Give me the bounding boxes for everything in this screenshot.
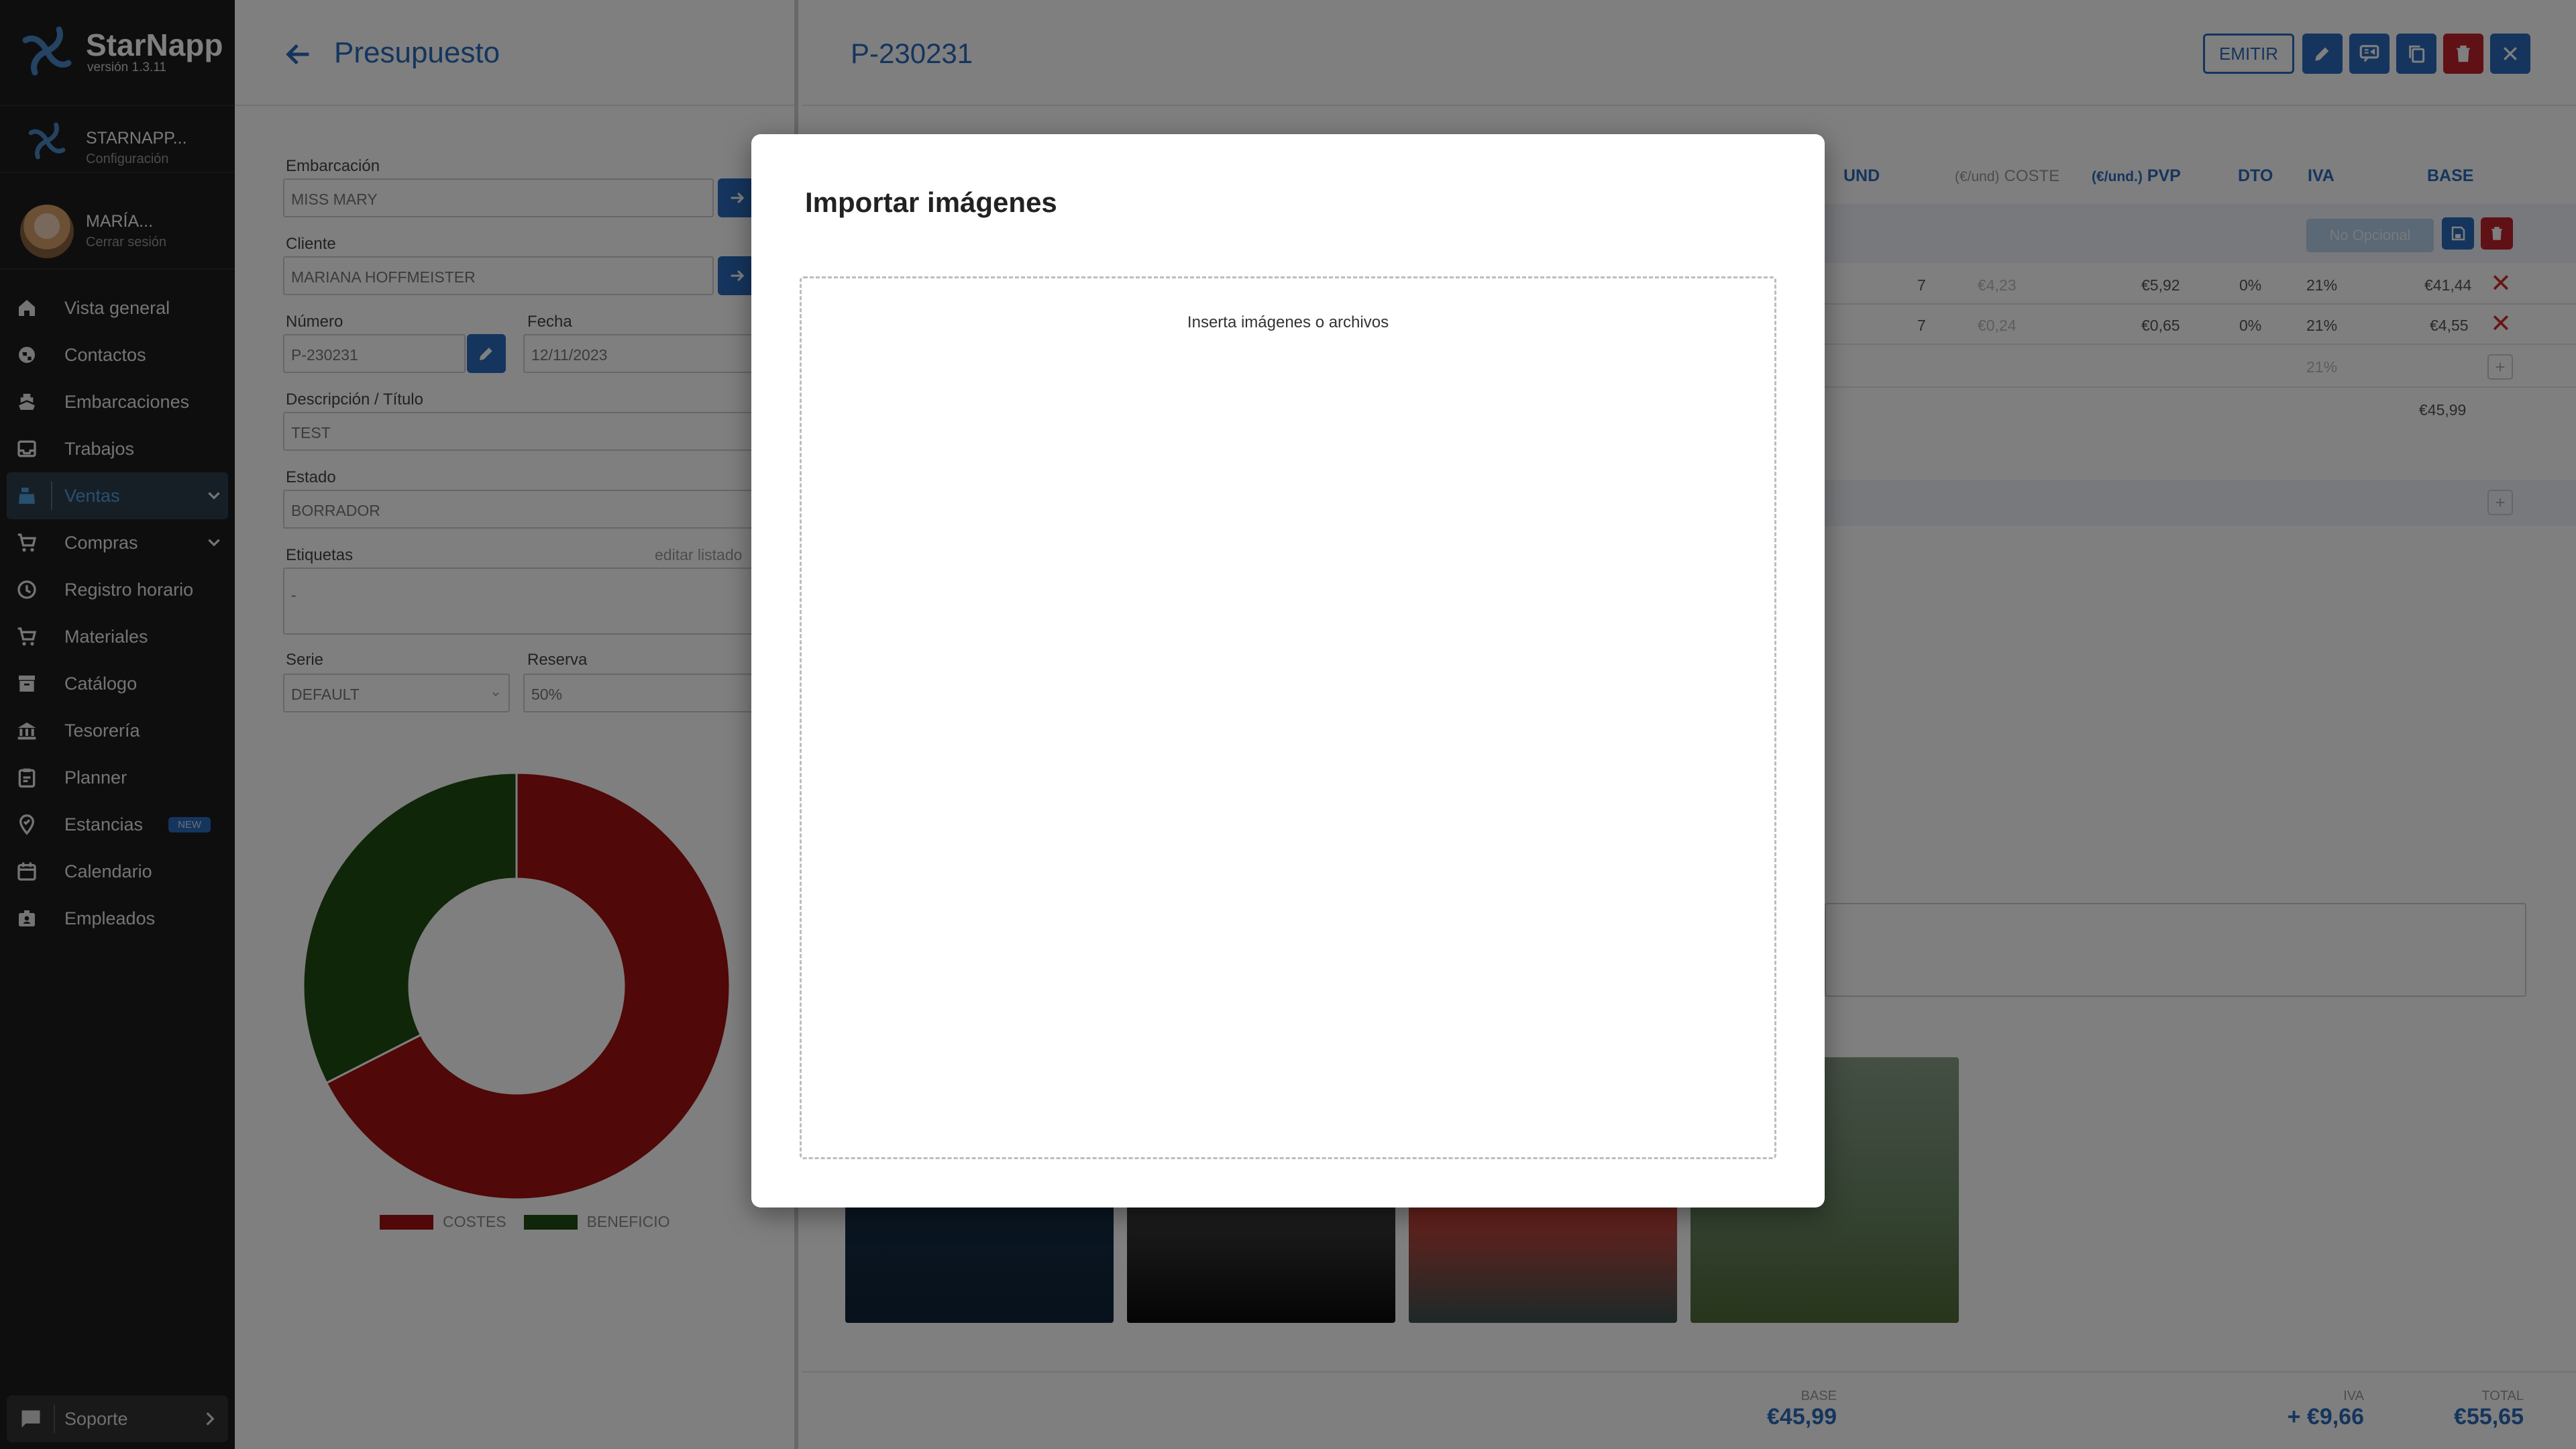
- import-images-dialog: Importar imágenes Inserta imágenes o arc…: [751, 134, 1825, 1208]
- app-root: StarNapp versión 1.3.11 STARNAPP... Conf…: [0, 0, 2576, 1449]
- file-dropzone[interactable]: Inserta imágenes o archivos: [800, 276, 1776, 1159]
- dropzone-hint: Inserta imágenes o archivos: [1187, 313, 1389, 331]
- dialog-title: Importar imágenes: [805, 186, 1057, 218]
